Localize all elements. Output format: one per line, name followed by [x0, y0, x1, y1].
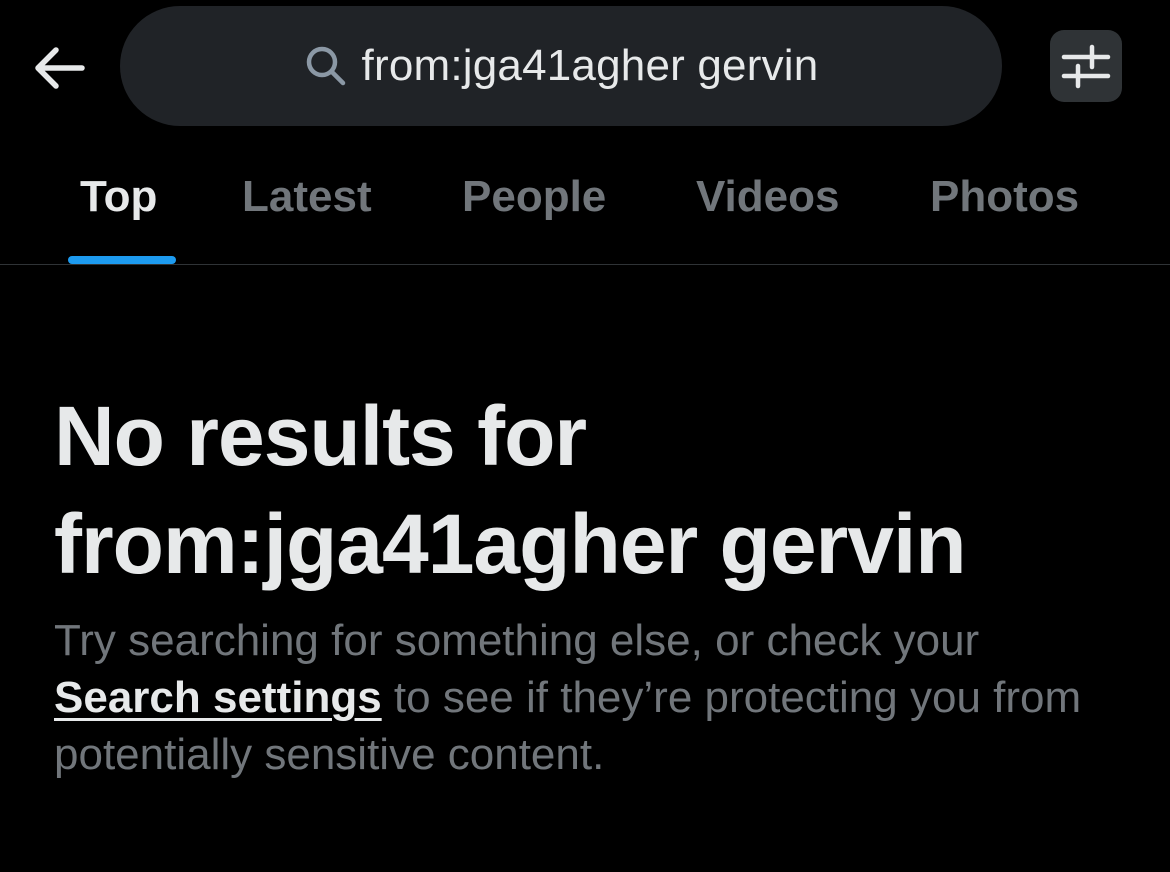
- search-tabs: Top Latest People Videos Photos: [0, 150, 1170, 264]
- tab-top[interactable]: Top: [80, 172, 157, 222]
- tab-people[interactable]: People: [462, 172, 606, 222]
- search-filter-button[interactable]: [1050, 30, 1122, 102]
- search-query-text: from:jga41agher gervin: [361, 41, 819, 90]
- tabs-divider: [0, 264, 1170, 265]
- tab-videos[interactable]: Videos: [696, 172, 839, 222]
- empty-state-title: No results for from:jga41agher gervin: [54, 382, 1134, 598]
- sliders-icon: [1061, 44, 1111, 89]
- arrow-left-icon: [35, 47, 85, 89]
- search-icon: [304, 44, 348, 88]
- empty-title-line-1: No results for: [54, 389, 587, 483]
- search-input[interactable]: from:jga41agher gervin: [120, 6, 1002, 126]
- empty-body-text-before: Try searching for something else, or che…: [54, 616, 980, 665]
- empty-title-line-2: from:jga41agher gervin: [54, 497, 967, 591]
- back-button[interactable]: [30, 40, 90, 96]
- empty-state-message: Try searching for something else, or che…: [54, 612, 1134, 783]
- tab-latest[interactable]: Latest: [242, 172, 372, 222]
- active-tab-indicator: [68, 256, 176, 264]
- tab-photos[interactable]: Photos: [930, 172, 1079, 222]
- search-settings-link[interactable]: Search settings: [54, 673, 382, 722]
- search-results-page: from:jga41agher gervin Top Latest People…: [0, 0, 1170, 872]
